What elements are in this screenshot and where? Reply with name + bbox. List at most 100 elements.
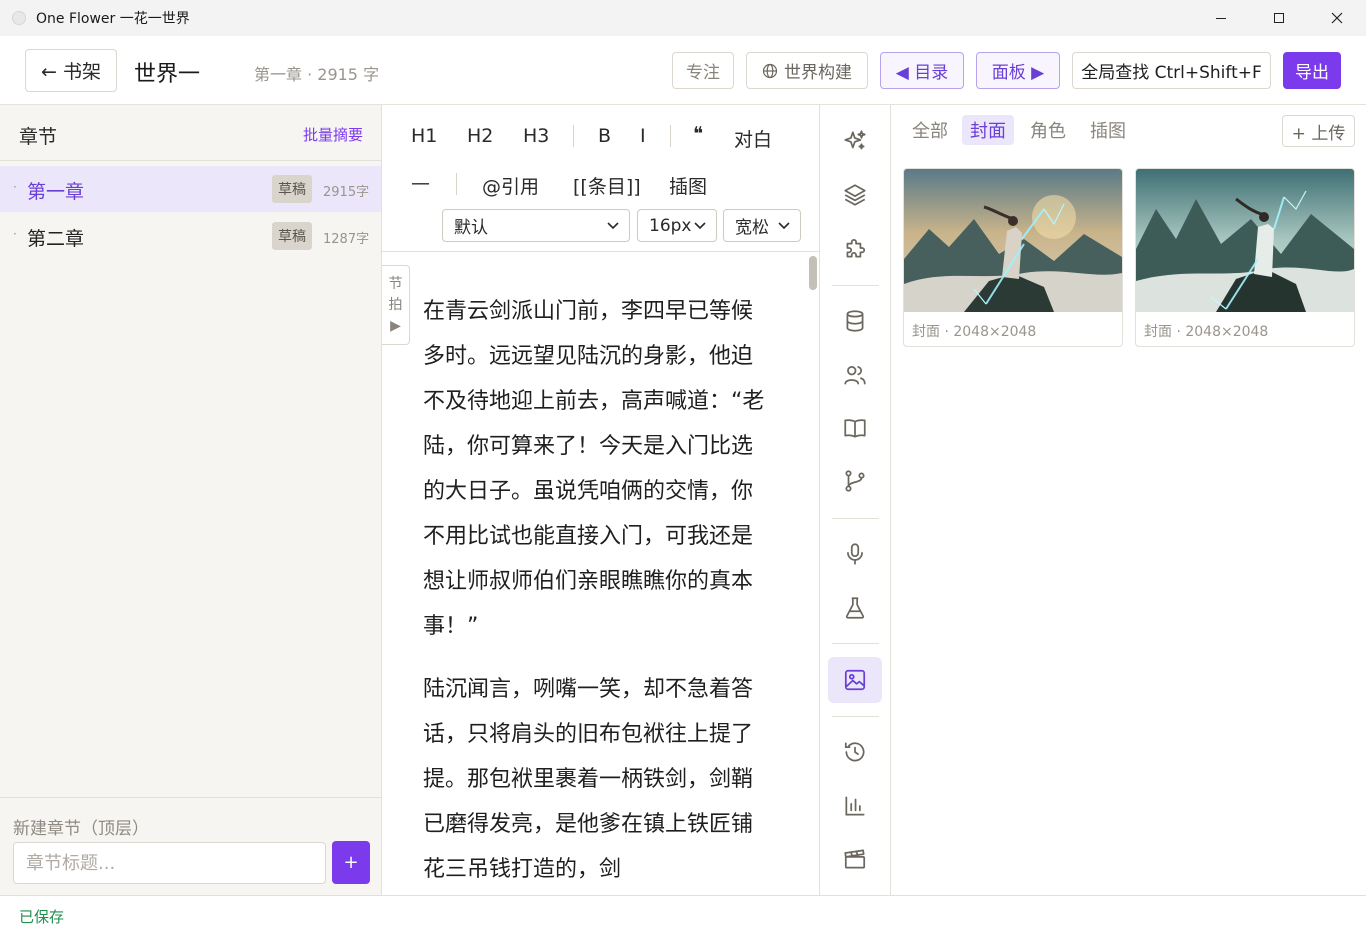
- statistics-button[interactable]: [828, 783, 882, 829]
- database-button[interactable]: [828, 298, 882, 344]
- mic-icon: [847, 543, 863, 565]
- focus-button[interactable]: 专注: [672, 52, 734, 89]
- entry-link-button[interactable]: [[条目]]: [573, 172, 641, 199]
- tab-illustration[interactable]: 插图: [1082, 115, 1134, 145]
- cover-thumbnail: [904, 169, 1122, 312]
- characters-button[interactable]: [828, 352, 882, 398]
- puzzle-icon: [846, 239, 866, 258]
- thumbnail-caption: 封面 · 2048×2048: [912, 324, 1037, 340]
- ai-assist-button[interactable]: [828, 118, 882, 164]
- bookshelf-back-button[interactable]: ← 书架: [25, 49, 117, 92]
- line-spacing-value: 宽松: [735, 218, 769, 238]
- chapter-sidebar: 章节 批量摘要 · 第一章 草稿 2915字 · 第二章 草稿 1287字 新建…: [0, 105, 382, 895]
- status-bar: 已保存: [0, 895, 1366, 931]
- save-status: 已保存: [19, 908, 65, 926]
- minimize-button[interactable]: [1192, 0, 1250, 36]
- dialogue-button[interactable]: 对白: [734, 125, 772, 152]
- thumbnail-caption: 封面 · 2048×2048: [1144, 324, 1269, 340]
- batch-summary-button[interactable]: 批量摘要: [303, 124, 363, 145]
- sidebar-header: 章节 批量摘要: [0, 105, 381, 161]
- scroll-thumb[interactable]: [809, 256, 817, 290]
- editor-content[interactable]: 在青云剑派山门前，李四早已等候多时。远远望见陆沉的身影，他迫不及待地迎上前去，高…: [423, 252, 773, 895]
- italic-button[interactable]: I: [640, 125, 646, 147]
- new-chapter-label: 新建章节（顶层）: [13, 819, 149, 839]
- mention-button[interactable]: @引用: [482, 172, 539, 199]
- chapter-name: 第二章: [27, 228, 85, 250]
- tab-all[interactable]: 全部: [904, 115, 956, 145]
- chapter-title-input[interactable]: [13, 842, 326, 884]
- layers-icon: [844, 184, 866, 206]
- gallery-panel: 全部 封面 角色 插图 + 上传 封面 · 2048×2048 封面 · 204…: [891, 105, 1366, 895]
- gallery-button[interactable]: [828, 657, 882, 703]
- sparkles-icon: [844, 130, 866, 150]
- close-button[interactable]: [1308, 0, 1366, 36]
- toolbar-divider: [670, 125, 671, 147]
- global-search-button[interactable]: 全局查找 Ctrl+Shift+F: [1072, 52, 1271, 89]
- bold-button[interactable]: B: [598, 125, 611, 147]
- gallery-card[interactable]: 封面 · 2048×2048: [903, 168, 1123, 347]
- upload-button[interactable]: + 上传: [1282, 115, 1355, 147]
- book-icon: [844, 419, 866, 438]
- cover-thumbnail: [1136, 169, 1354, 312]
- beat-tab-label: 节: [388, 276, 403, 292]
- rail-divider: [832, 518, 879, 519]
- beat-tab-label: 拍: [388, 297, 403, 313]
- encyclopedia-button[interactable]: [828, 405, 882, 451]
- heading1-button[interactable]: H1: [411, 125, 437, 147]
- chapter-name: 第一章: [27, 181, 85, 203]
- chapter-item[interactable]: · 第一章 草稿 2915字: [0, 166, 381, 212]
- rail-divider: [832, 285, 879, 286]
- rail-divider: [832, 643, 879, 644]
- heading3-button[interactable]: H3: [523, 125, 549, 147]
- tab-character[interactable]: 角色: [1022, 115, 1074, 145]
- rail-divider: [832, 716, 879, 717]
- font-size-select[interactable]: 16px: [637, 209, 717, 242]
- panel-toggle-button[interactable]: 面板 ▶: [976, 52, 1060, 89]
- word-count: 1287字: [323, 232, 370, 247]
- maximize-button[interactable]: [1250, 0, 1308, 36]
- tool-rail: [820, 105, 891, 895]
- flask-icon: [845, 597, 865, 619]
- plugins-button[interactable]: [828, 225, 882, 271]
- font-select-value: 默认: [454, 218, 488, 238]
- beat-tab-arrow: ▶: [390, 318, 401, 334]
- branches-button[interactable]: [828, 458, 882, 504]
- beat-panel-tab[interactable]: 节 拍 ▶: [382, 265, 410, 345]
- gallery-card[interactable]: 封面 · 2048×2048: [1135, 168, 1355, 347]
- paragraph: 陆沉闻言，咧嘴一笑，却不急着答话，只将肩头的旧布包袱往上提了提。那包袱里裹着一柄…: [423, 677, 754, 882]
- line-spacing-select[interactable]: 宽松: [723, 209, 801, 242]
- clapper-icon: [844, 849, 866, 869]
- editor-scrollbar[interactable]: [808, 252, 818, 895]
- sidebar-title: 章节: [19, 126, 58, 148]
- storyboard-button[interactable]: [828, 836, 882, 882]
- export-button[interactable]: 导出: [1283, 52, 1341, 89]
- header: ← 书架 世界一 第一章 · 2915 字 专注 世界构建 ◀ 目录 面板 ▶ …: [0, 36, 1366, 105]
- app-icon: [12, 11, 26, 25]
- world-building-button[interactable]: 世界构建: [746, 52, 868, 89]
- word-count: 2915字: [323, 185, 370, 200]
- chapter-item[interactable]: · 第二章 草稿 1287字: [0, 213, 381, 259]
- chevron-down-icon: [778, 222, 790, 230]
- status-badge: 草稿: [272, 175, 312, 203]
- globe-icon: [762, 63, 778, 78]
- illustration-button[interactable]: 插图: [669, 172, 707, 199]
- font-select[interactable]: 默认: [442, 209, 630, 242]
- chart-icon: [845, 796, 865, 816]
- font-size-value: 16px: [649, 215, 692, 236]
- toc-toggle-button[interactable]: ◀ 目录: [880, 52, 964, 89]
- voice-button[interactable]: [828, 531, 882, 577]
- tab-cover[interactable]: 封面: [962, 115, 1014, 145]
- lab-button[interactable]: [828, 585, 882, 631]
- format-toolbar: H1 H2 H3 B I ❝ 对白 — @引用 [[条目]] 插图 默认 16p…: [382, 105, 819, 252]
- quote-button[interactable]: ❝: [693, 123, 703, 145]
- layers-button[interactable]: [828, 172, 882, 218]
- heading2-button[interactable]: H2: [467, 125, 493, 147]
- history-button[interactable]: [828, 729, 882, 775]
- users-icon: [844, 366, 866, 385]
- paragraph: 在青云剑派山门前，李四早已等候多时。远远望见陆沉的身影，他迫不及待地迎上前去，高…: [423, 299, 765, 639]
- book-title: 世界一: [134, 62, 201, 87]
- add-chapter-button[interactable]: +: [332, 841, 370, 884]
- dash-button[interactable]: —: [411, 172, 430, 194]
- chapter-bullet: ·: [13, 227, 17, 241]
- database-icon: [846, 310, 864, 332]
